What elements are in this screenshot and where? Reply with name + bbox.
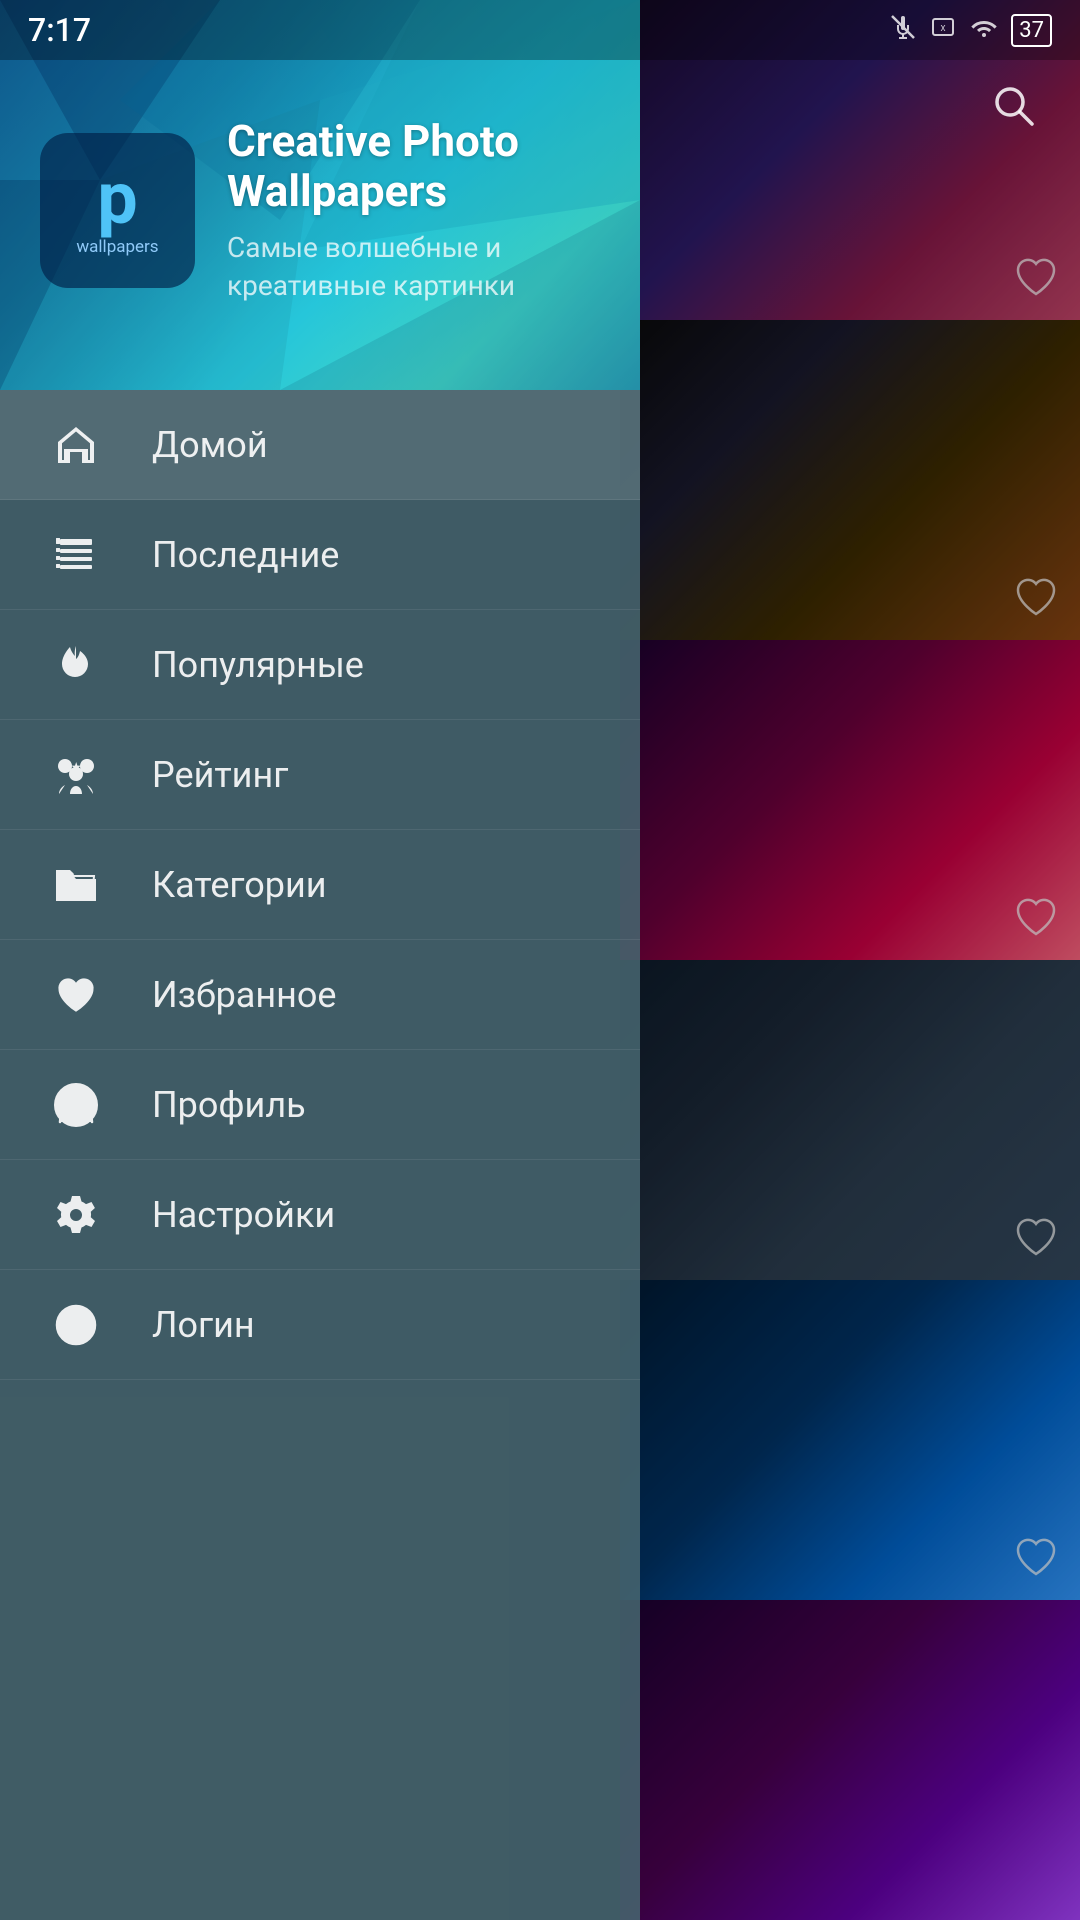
sidebar-item-settings[interactable]: Настройки [0, 1160, 640, 1270]
sidebar-item-login-label: Логин [152, 1304, 255, 1346]
status-icons: X 37 [889, 13, 1052, 47]
sidebar: p wallpapers Creative Photo Wallpapers С… [0, 0, 640, 1920]
app-info: Creative Photo Wallpapers Самые волшебны… [227, 116, 600, 305]
heart-icon [48, 967, 104, 1023]
folder-icon [48, 857, 104, 913]
logout-icon [48, 1297, 104, 1353]
app-subtitle: Самые волшебные и креативные картинки [227, 229, 600, 305]
sidebar-item-login[interactable]: Логин [0, 1270, 640, 1380]
home-icon [48, 417, 104, 473]
status-time: 7:17 [28, 11, 91, 49]
sidebar-item-favorites[interactable]: Избранное [0, 940, 640, 1050]
logo-subtext: wallpapers [76, 237, 158, 257]
sidebar-item-settings-label: Настройки [152, 1194, 335, 1236]
wifi-icon [969, 13, 999, 47]
sidebar-item-home[interactable]: Домой [0, 390, 640, 500]
sidebar-item-recent[interactable]: Последние [0, 500, 640, 610]
recent-icon [48, 527, 104, 583]
gear-icon [48, 1187, 104, 1243]
status-bar: 7:17 X 37 [0, 0, 1080, 60]
person-icon [48, 1077, 104, 1133]
sidebar-menu: Домой Последние [0, 390, 640, 1920]
fire-icon [48, 637, 104, 693]
search-button[interactable] [978, 70, 1050, 142]
sidebar-item-categories-label: Категории [152, 864, 327, 906]
app-title: Creative Photo Wallpapers [227, 116, 600, 217]
sidebar-item-categories[interactable]: Категории [0, 830, 640, 940]
logo-letter: p [97, 163, 138, 235]
svg-text:X: X [941, 24, 946, 33]
sidebar-item-popular[interactable]: Популярные [0, 610, 640, 720]
sidebar-item-rating[interactable]: Рейтинг [0, 720, 640, 830]
sidebar-item-profile[interactable]: Профиль [0, 1050, 640, 1160]
app-logo: p wallpapers [40, 133, 195, 288]
rating-icon [48, 747, 104, 803]
sidebar-item-home-label: Домой [152, 424, 268, 466]
sidebar-item-recent-label: Последние [152, 534, 339, 576]
sidebar-item-profile-label: Профиль [152, 1084, 306, 1126]
sim-icon: X [929, 13, 957, 47]
mute-icon [889, 13, 917, 47]
sidebar-item-favorites-label: Избранное [152, 974, 337, 1016]
battery-level: 37 [1011, 14, 1052, 47]
sidebar-item-popular-label: Популярные [152, 644, 364, 686]
sidebar-item-rating-label: Рейтинг [152, 754, 288, 796]
